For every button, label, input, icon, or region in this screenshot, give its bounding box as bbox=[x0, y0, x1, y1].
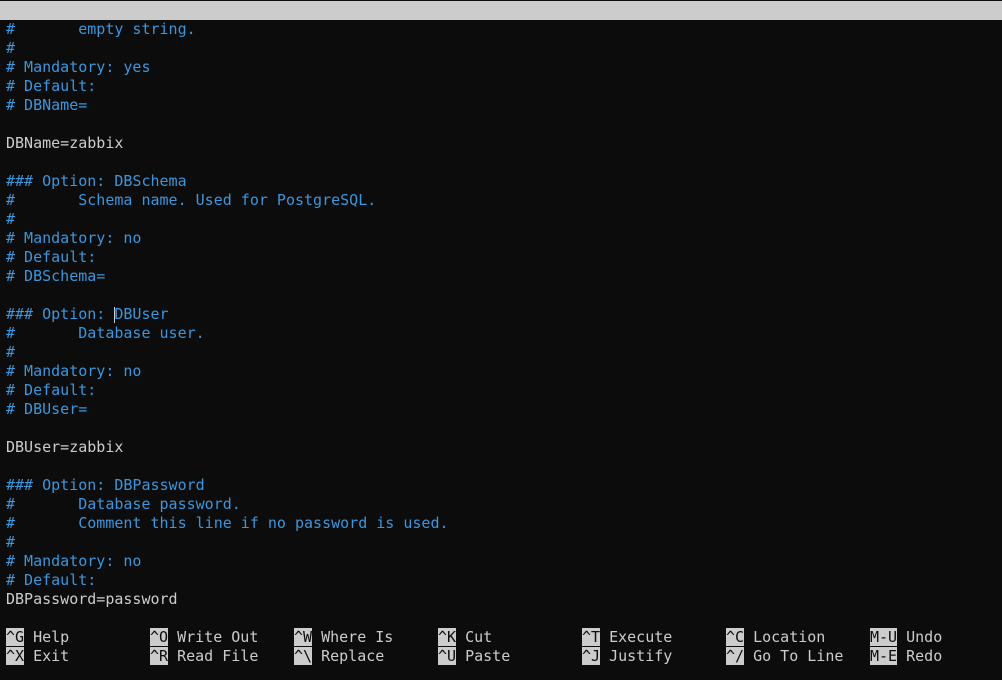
shortcut-bar: ^G Help ^X Exit ^O Write Out ^R Read File ^W… bbox=[6, 628, 996, 666]
comment-line[interactable]: # bbox=[6, 343, 996, 362]
shortcut-key: ^\ bbox=[294, 647, 313, 665]
comment-line[interactable]: # Schema name. Used for PostgreSQL. bbox=[6, 191, 996, 210]
comment-line[interactable]: # Mandatory: no bbox=[6, 552, 996, 571]
shortcut-key: ^C bbox=[726, 628, 745, 646]
shortcut-key: M-E bbox=[870, 647, 898, 665]
config-line[interactable]: DBName=zabbix bbox=[6, 134, 996, 153]
comment-line[interactable]: # DBSchema= bbox=[6, 267, 996, 286]
config-line[interactable] bbox=[6, 115, 996, 134]
comment-line[interactable]: # bbox=[6, 210, 996, 229]
shortcut-location[interactable]: ^C Location bbox=[726, 628, 825, 647]
comment-line[interactable]: # Mandatory: no bbox=[6, 362, 996, 381]
config-line[interactable]: DBUser=zabbix bbox=[6, 438, 996, 457]
comment-line[interactable]: # bbox=[6, 533, 996, 552]
shortcut-label: Where Is bbox=[312, 628, 394, 646]
shortcut-redo[interactable]: M-E Redo bbox=[870, 647, 942, 666]
comment-line[interactable]: # DBName= bbox=[6, 96, 996, 115]
shortcut-key: ^G bbox=[6, 628, 25, 646]
editor-text-area[interactable]: # empty string. # # Mandatory: yes # Defaul… bbox=[6, 20, 996, 610]
comment-line[interactable]: # DBUser= bbox=[6, 400, 996, 419]
comment-line[interactable]: # Default: bbox=[6, 571, 996, 590]
shortcut-key: ^R bbox=[150, 647, 169, 665]
config-line[interactable]: DBPassword=password bbox=[6, 590, 996, 609]
comment-line[interactable]: # bbox=[6, 39, 996, 58]
comment-line[interactable]: ### Option: DBUser bbox=[6, 305, 996, 324]
shortcut-key: ^O bbox=[150, 628, 169, 646]
shortcut-label: Read File bbox=[168, 647, 259, 665]
shortcut-key: ^K bbox=[438, 628, 457, 646]
shortcut-read-file[interactable]: ^R Read File bbox=[150, 647, 258, 666]
comment-line[interactable]: # Mandatory: yes bbox=[6, 58, 996, 77]
comment-line[interactable]: # Database password. bbox=[6, 495, 996, 514]
comment-line[interactable]: # Database user. bbox=[6, 324, 996, 343]
title-bar: GNU nano 7.2 /etc/zabbix/zabbix_server.c… bbox=[0, 1, 1002, 57]
shortcut-key: M-U bbox=[870, 628, 898, 646]
shortcut-key: ^U bbox=[438, 647, 457, 665]
shortcut-label: Exit bbox=[24, 647, 70, 665]
shortcut-go-to-line[interactable]: ^/ Go To Line bbox=[726, 647, 843, 666]
config-line[interactable] bbox=[6, 457, 996, 476]
comment-line[interactable]: # Default: bbox=[6, 248, 996, 267]
text-cursor bbox=[114, 306, 116, 323]
shortcut-label: Help bbox=[24, 628, 70, 646]
shortcut-key: ^T bbox=[582, 628, 601, 646]
shortcut-paste[interactable]: ^U Paste bbox=[438, 647, 510, 666]
comment-line[interactable]: ### Option: DBSchema bbox=[6, 172, 996, 191]
shortcut-exit[interactable]: ^X Exit bbox=[6, 647, 69, 666]
shortcut-label: Execute bbox=[600, 628, 673, 646]
comment-line[interactable]: # Mandatory: no bbox=[6, 229, 996, 248]
shortcut-cut[interactable]: ^K Cut bbox=[438, 628, 492, 647]
shortcut-label: Location bbox=[744, 628, 826, 646]
config-line[interactable] bbox=[6, 286, 996, 305]
shortcut-label: Replace bbox=[312, 647, 385, 665]
comment-line[interactable]: # Comment this line if no password is us… bbox=[6, 514, 996, 533]
config-line[interactable] bbox=[6, 153, 996, 172]
comment-line[interactable]: ### Option: DBPassword bbox=[6, 476, 996, 495]
shortcut-where-is[interactable]: ^W Where Is bbox=[294, 628, 393, 647]
shortcut-key: ^X bbox=[6, 647, 25, 665]
comment-line[interactable]: # Default: bbox=[6, 381, 996, 400]
shortcut-help[interactable]: ^G Help bbox=[6, 628, 69, 647]
shortcut-key: ^J bbox=[582, 647, 601, 665]
shortcut-write-out[interactable]: ^O Write Out bbox=[150, 628, 258, 647]
shortcut-label: Paste bbox=[456, 647, 511, 665]
shortcut-execute[interactable]: ^T Execute bbox=[582, 628, 672, 647]
config-line[interactable] bbox=[6, 419, 996, 438]
shortcut-label: Justify bbox=[600, 647, 673, 665]
shortcut-key: ^W bbox=[294, 628, 313, 646]
shortcut-undo[interactable]: M-U Undo bbox=[870, 628, 942, 647]
shortcut-label: Write Out bbox=[168, 628, 259, 646]
shortcut-label: Redo bbox=[897, 647, 943, 665]
shortcut-justify[interactable]: ^J Justify bbox=[582, 647, 672, 666]
shortcut-replace[interactable]: ^\ Replace bbox=[294, 647, 384, 666]
shortcut-key: ^/ bbox=[726, 647, 745, 665]
shortcut-label: Undo bbox=[897, 628, 943, 646]
shortcut-label: Cut bbox=[456, 628, 493, 646]
comment-line[interactable]: # Default: bbox=[6, 77, 996, 96]
shortcut-label: Go To Line bbox=[744, 647, 844, 665]
comment-line[interactable]: # empty string. bbox=[6, 20, 996, 39]
